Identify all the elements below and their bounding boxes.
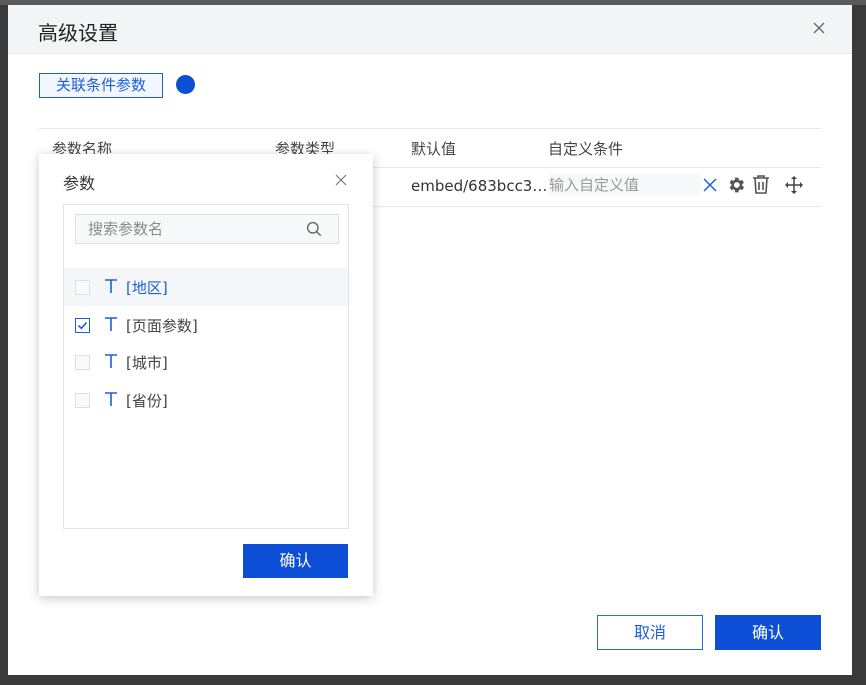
- status-dot: [176, 75, 195, 94]
- list-item-label: [省份]: [126, 391, 168, 410]
- list-item[interactable]: [页面参数]: [64, 306, 348, 344]
- list-item[interactable]: [城市]: [64, 343, 348, 381]
- text-type-icon: [105, 279, 117, 293]
- list-item-label: [页面参数]: [126, 316, 198, 335]
- search-input[interactable]: [88, 219, 298, 239]
- text-type-icon: [105, 354, 117, 368]
- gear-icon[interactable]: [726, 175, 746, 195]
- list-item-label: [地区]: [126, 279, 168, 297]
- checkbox-icon[interactable]: [75, 355, 90, 370]
- col-custom-condition: 自定义条件: [548, 140, 624, 158]
- checkbox-icon[interactable]: [75, 392, 90, 408]
- dialog-title: 高级设置: [38, 21, 118, 45]
- custom-value-input[interactable]: [549, 174, 701, 196]
- popover-title: 参数: [63, 174, 96, 193]
- x-icon[interactable]: [702, 177, 718, 193]
- param-list-panel: [地区] [页面参数] [城市]: [63, 204, 349, 529]
- col-default-value: 默认值: [411, 140, 457, 158]
- close-icon[interactable]: [335, 174, 347, 186]
- list-item-label: [城市]: [126, 354, 168, 372]
- cancel-button[interactable]: 取消: [597, 615, 703, 650]
- default-value-cell: embed/683bcc32...: [411, 177, 549, 195]
- dialog-header: 高级设置: [8, 5, 852, 54]
- list-item[interactable]: [省份]: [64, 381, 348, 419]
- param-picker-popover: 参数 [地区]: [39, 154, 373, 596]
- move-icon[interactable]: [784, 175, 804, 195]
- checkbox-icon[interactable]: [75, 280, 90, 295]
- param-list: [地区] [页面参数] [城市] [省份]: [64, 268, 348, 418]
- trash-icon[interactable]: [752, 174, 770, 195]
- popover-confirm-button[interactable]: 确认: [243, 544, 348, 578]
- search-box: [75, 214, 339, 244]
- search-icon[interactable]: [306, 221, 322, 237]
- link-condition-params-button[interactable]: 关联条件参数: [39, 73, 163, 98]
- checkbox-icon[interactable]: [75, 317, 90, 333]
- text-type-icon: [105, 391, 117, 406]
- close-icon[interactable]: [812, 21, 826, 35]
- confirm-button[interactable]: 确认: [715, 615, 821, 650]
- list-item[interactable]: [地区]: [64, 268, 348, 306]
- text-type-icon: [105, 316, 117, 331]
